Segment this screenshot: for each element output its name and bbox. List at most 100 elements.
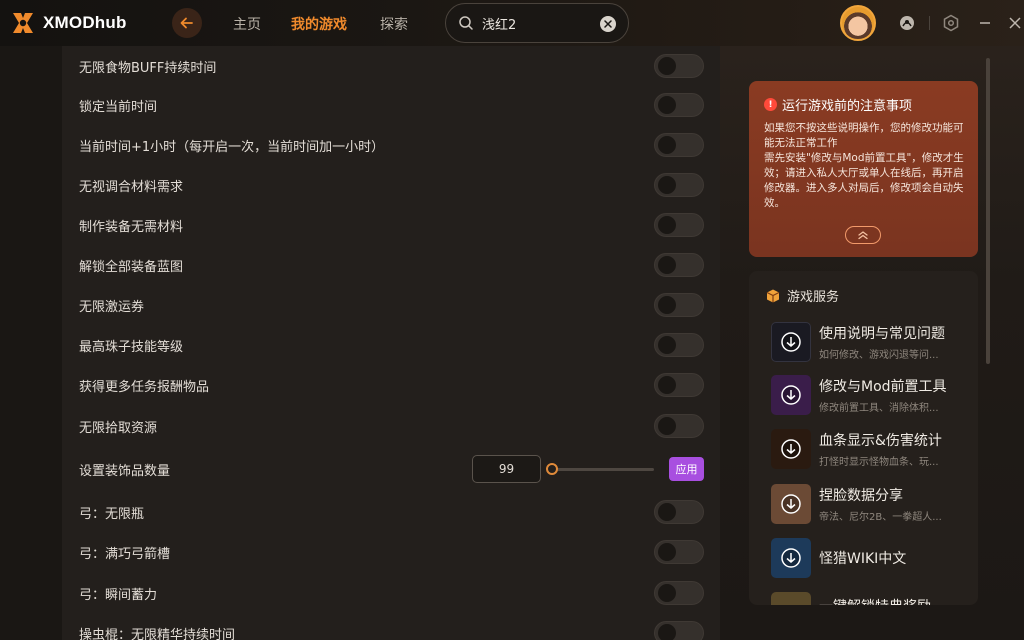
settings-icon[interactable] [942,14,960,32]
mod-row: 无限拾取资源 [62,406,720,446]
search-input[interactable]: 浅红2 [482,14,516,33]
service-subtitle: 打怪时显示怪物血条、玩... [819,457,939,468]
mod-row: 当前时间+1小时（每开启一次，当前时间加一小时） [62,125,720,165]
support-icon[interactable] [898,14,916,32]
search-icon [459,16,473,30]
mod-row: 弓：满巧弓箭槽 [62,532,720,572]
top-bar: XMODhub 主页 我的游戏 探索 浅红2 [0,0,1024,46]
service-thumbnail [771,429,811,469]
mod-label: 无限食物BUFF持续时间 [79,60,217,76]
logo-icon [10,10,36,36]
mod-toggle[interactable] [654,540,704,564]
service-item[interactable]: 使用说明与常见问题 如何修改、游戏闪退等问... [771,322,971,364]
mod-toggle[interactable] [654,253,704,277]
toolbar-divider [929,16,930,30]
mod-label: 弓：无限瓶 [79,506,145,522]
service-thumbnail [771,484,811,524]
quantity-slider-track[interactable] [550,467,654,471]
service-title: 一键解锁特典奖励 [819,596,931,605]
right-panel-scrollbar[interactable] [986,58,990,364]
quantity-slider-thumb[interactable] [546,463,558,475]
service-item[interactable]: 捏脸数据分享 帝法、尼尔2B、一拳超人... [771,484,971,526]
arrow-left-icon [180,17,193,29]
notice-card: ! 运行游戏前的注意事项 如果您不按这些说明操作，您的修改功能可能无法正常工作 … [749,81,978,257]
mod-row: 制作装备无需材料 [62,205,720,245]
mod-toggle[interactable] [654,213,704,237]
nav-explore[interactable]: 探索 [380,14,408,34]
download-icon [781,548,801,568]
user-avatar[interactable] [840,5,876,41]
service-item[interactable]: 一键解锁特典奖励 [771,592,971,605]
mod-toggle[interactable] [654,621,704,640]
nav-my-games[interactable]: 我的游戏 [291,14,347,34]
mod-label: 无视调合材料需求 [79,179,184,195]
close-icon [604,20,612,28]
download-icon [781,439,801,459]
clear-search-button[interactable] [600,16,616,32]
mod-toggle[interactable] [654,173,704,197]
game-services-card: 游戏服务 使用说明与常见问题 如何修改、游戏闪退等问... 修改与Mod前置工具… [749,271,978,605]
mod-label: 当前时间+1小时（每开启一次，当前时间加一小时） [79,139,385,155]
mod-toggle[interactable] [654,93,704,117]
mod-label: 锁定当前时间 [79,99,158,115]
service-subtitle: 修改前置工具、消除体积... [819,403,939,414]
mod-row-slider: 设置装饰品数量 99 应用 [62,449,720,489]
download-icon [781,385,801,405]
mod-label: 获得更多任务报酬物品 [79,379,210,395]
mod-label: 无限拾取资源 [79,420,158,436]
service-thumbnail [771,538,811,578]
service-title: 怪猎WIKI中文 [819,551,907,567]
mod-label: 弓：瞬间蓄力 [79,587,158,603]
mod-label: 解锁全部装备蓝图 [79,259,184,275]
service-thumbnail [771,592,811,605]
service-item[interactable]: 怪猎WIKI中文 [771,538,971,580]
mod-row: 弓：无限瓶 [62,492,720,532]
service-item[interactable]: 血条显示&伤害统计 打怪时显示怪物血条、玩... [771,429,971,471]
apply-button[interactable]: 应用 [669,457,704,481]
service-title: 捏脸数据分享 [819,488,903,504]
mod-toggle[interactable] [654,333,704,357]
mod-row: 获得更多任务报酬物品 [62,365,720,405]
mod-row: 无限食物BUFF持续时间 [62,46,720,86]
mod-label: 弓：满巧弓箭槽 [79,546,171,562]
mod-label: 无限激运券 [79,299,145,315]
mod-row: 无限激运券 [62,285,720,325]
mod-label: 制作装备无需材料 [79,219,184,235]
mod-toggle[interactable] [654,54,704,78]
collapse-notice-button[interactable] [845,226,881,244]
close-window-icon[interactable] [1006,14,1024,32]
nav-home[interactable]: 主页 [233,14,261,34]
service-subtitle: 帝法、尼尔2B、一拳超人... [819,512,942,523]
quantity-input[interactable]: 99 [472,455,541,483]
mod-row: 弓：瞬间蓄力 [62,573,720,613]
chevron-up-double-icon [858,231,868,240]
mod-toggle[interactable] [654,133,704,157]
service-item[interactable]: 修改与Mod前置工具 修改前置工具、消除体积... [771,375,971,417]
back-button[interactable] [172,8,202,38]
service-thumbnail [771,322,811,362]
mod-toggle[interactable] [654,500,704,524]
download-icon [781,494,801,514]
minimize-icon[interactable] [976,14,994,32]
mod-settings-list: 无限食物BUFF持续时间 锁定当前时间 当前时间+1小时（每开启一次，当前时间加… [62,46,720,640]
notice-body: 如果您不按这些说明操作，您的修改功能可能无法正常工作 需先安装"修改与Mod前置… [764,121,968,211]
mod-label: 最高珠子技能等级 [79,339,184,355]
service-title: 血条显示&伤害统计 [819,433,942,449]
download-icon [781,332,801,352]
app-logo[interactable]: XMODhub [10,10,160,36]
search-box[interactable]: 浅红2 [445,3,629,43]
notice-title: ! 运行游戏前的注意事项 [764,95,912,114]
notice-line-1: 如果您不按这些说明操作，您的修改功能可能无法正常工作 [764,122,964,149]
mod-row: 解锁全部装备蓝图 [62,245,720,285]
services-title: 游戏服务 [765,286,839,305]
mod-toggle[interactable] [654,293,704,317]
mod-toggle[interactable] [654,373,704,397]
package-icon [766,289,780,302]
mod-row: 操虫棍：无限精华持续时间 [62,613,720,640]
notice-line-2: 需先安装"修改与Mod前置工具"，修改才生效；请进入私人大厅或单人在线后，再开启… [764,152,964,209]
mod-toggle[interactable] [654,414,704,438]
mod-toggle[interactable] [654,581,704,605]
mod-label: 操虫棍：无限精华持续时间 [79,627,236,640]
mod-row: 锁定当前时间 [62,85,720,125]
service-title: 修改与Mod前置工具 [819,379,947,395]
